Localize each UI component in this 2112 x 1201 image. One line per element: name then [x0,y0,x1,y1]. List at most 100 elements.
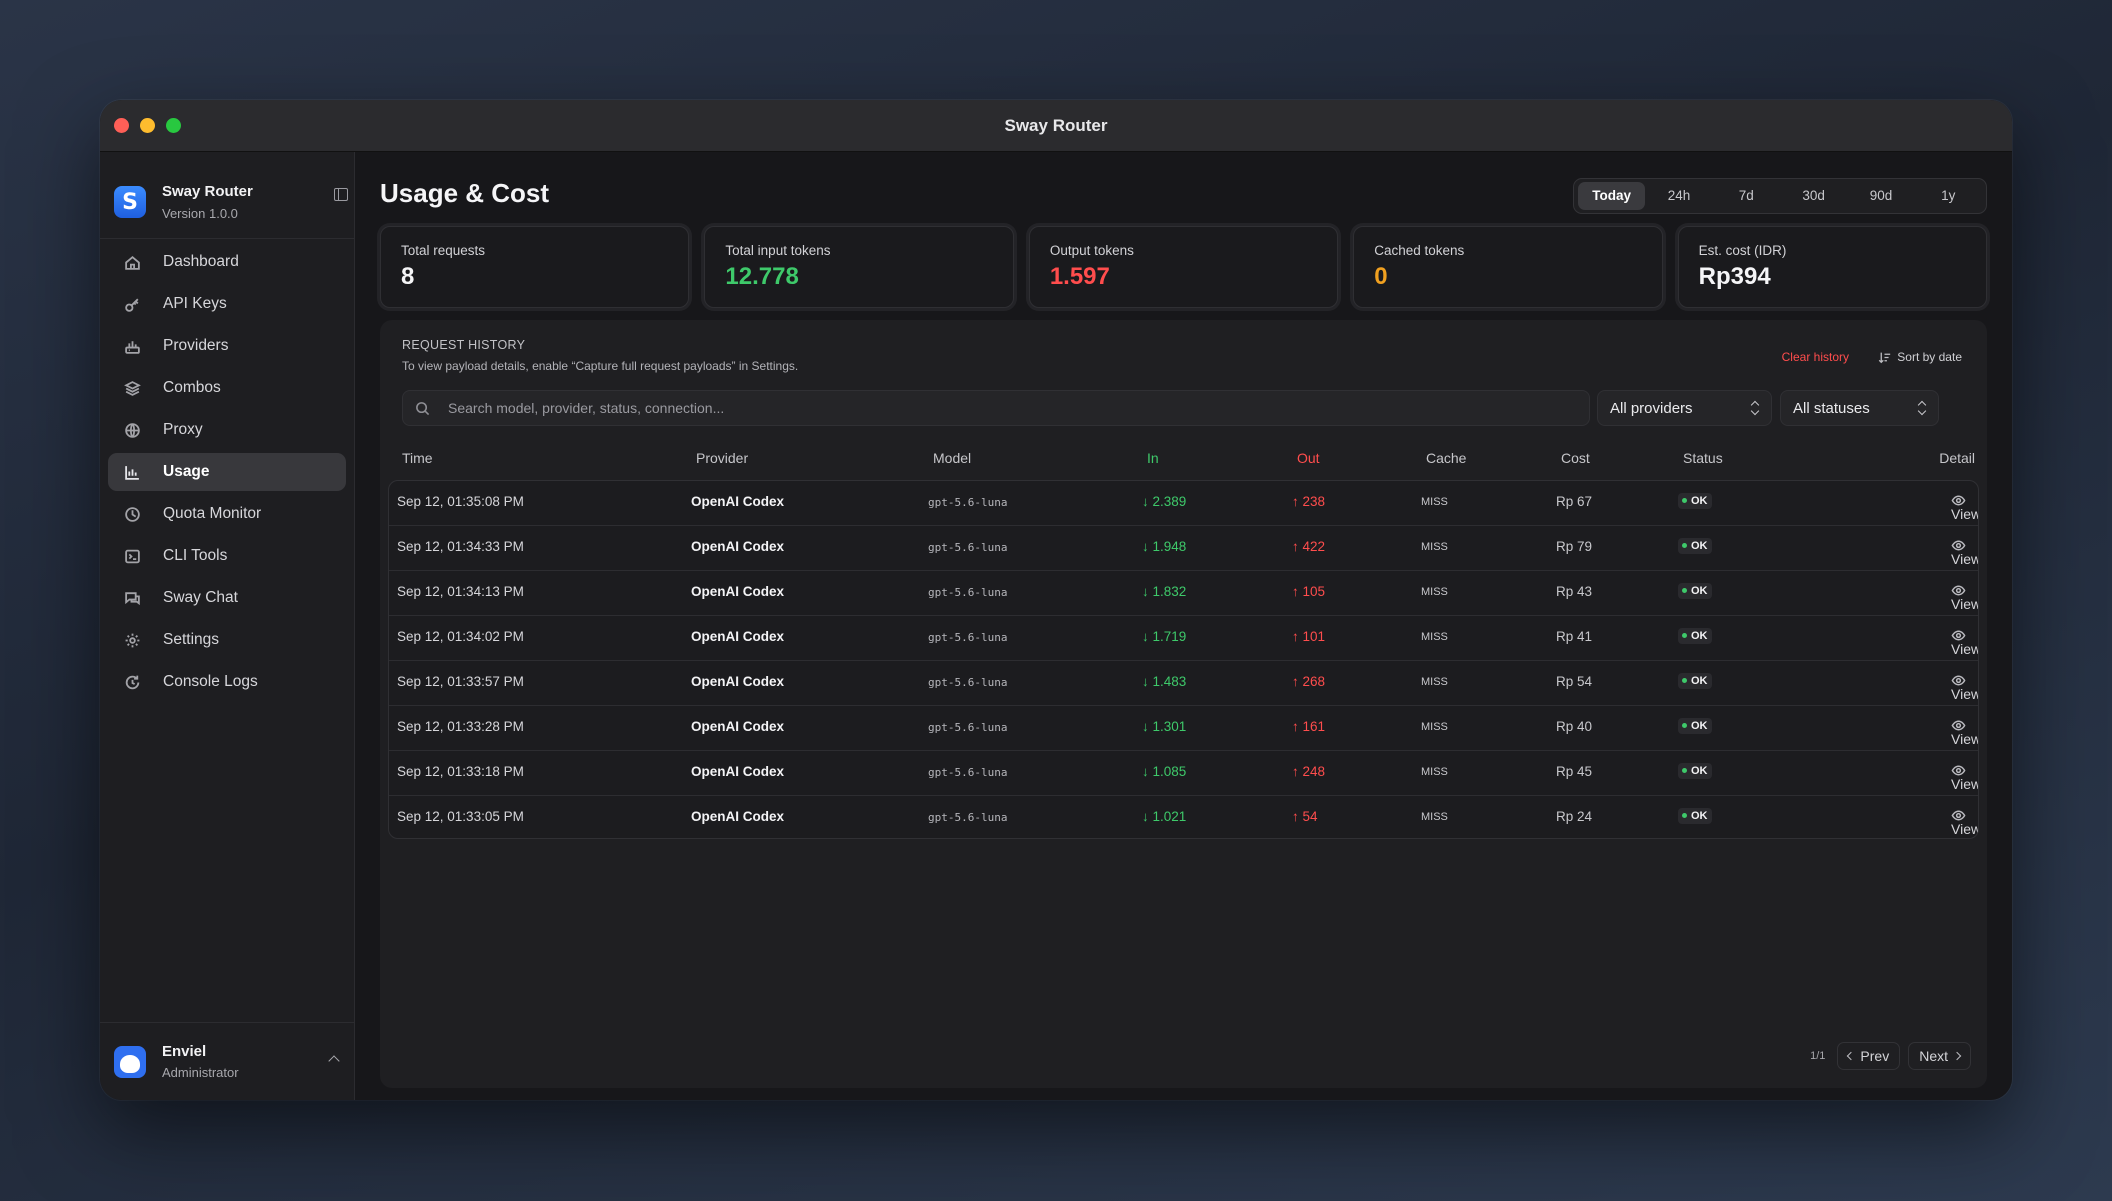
view-detail-button[interactable]: View [1951,538,1978,567]
col-detail: Detail [1939,450,1975,466]
sidebar-item-label: Proxy [163,421,203,438]
col-in[interactable]: In [1147,450,1159,466]
table-row[interactable]: Sep 12, 01:34:02 PM OpenAI Codex gpt-5.6-l… [389,616,1978,661]
cell-model: gpt-5.6-luna [928,721,1008,734]
stat-label: Cached tokens [1374,243,1465,258]
range-7d-button[interactable]: 7d [1713,182,1780,210]
range-today-button[interactable]: Today [1578,182,1646,210]
sort-by-date-button[interactable]: Sort by date [1878,350,1962,364]
sidebar-item-cli-tools[interactable]: CLI Tools [108,537,346,575]
search-box [402,390,1590,426]
next-page-button[interactable]: Next [1908,1042,1971,1070]
cell-cache: MISS [1421,676,1448,688]
view-detail-button[interactable]: View [1951,808,1978,837]
table-row[interactable]: Sep 12, 01:34:33 PM OpenAI Codex gpt-5.6-l… [389,526,1978,571]
col-model[interactable]: Model [933,450,971,466]
prev-label: Prev [1860,1048,1890,1064]
status-badge: OK [1678,763,1712,779]
col-time[interactable]: Time [402,450,433,466]
sidebar-item-quota-monitor[interactable]: Quota Monitor [108,495,346,533]
view-detail-button[interactable]: View [1951,673,1978,702]
range-90d-button[interactable]: 90d [1847,182,1914,210]
view-detail-button[interactable]: View [1951,628,1978,657]
table-row[interactable]: Sep 12, 01:33:18 PM OpenAI Codex gpt-5.6-l… [389,751,1978,796]
provider-filter-select[interactable]: All providers [1597,390,1772,426]
col-out[interactable]: Out [1297,450,1320,466]
cell-cache: MISS [1421,811,1448,823]
cell-out-tokens: ↑ 54 [1292,809,1318,824]
search-input[interactable] [448,400,1589,416]
cell-time: Sep 12, 01:34:13 PM [397,584,524,599]
cell-provider: OpenAI Codex [691,809,785,824]
cell-model: gpt-5.6-luna [928,811,1008,824]
sidebar-item-sway-chat[interactable]: Sway Chat [108,579,346,617]
clear-history-button[interactable]: Clear history [1782,350,1849,364]
table-row[interactable]: Sep 12, 01:33:05 PM OpenAI Codex gpt-5.6-l… [389,796,1978,838]
view-label: View [1951,821,1979,837]
stat-card-est-cost-idr: Est. cost (IDR) Rp394 [1677,226,1988,308]
sidebar-item-label: Console Logs [163,673,258,690]
stat-card-total-input-tokens: Total input tokens 12.778 [704,226,1014,308]
sidebar-item-proxy[interactable]: Proxy [108,411,346,449]
prev-page-button[interactable]: Prev [1837,1042,1901,1070]
cell-provider: OpenAI Codex [691,719,785,734]
brand-version: Version 1.0.0 [162,206,238,221]
cell-time: Sep 12, 01:35:08 PM [397,494,524,509]
sidebar-item-label: Usage [163,463,210,480]
cell-model: gpt-5.6-luna [928,541,1008,554]
range-30d-button[interactable]: 30d [1780,182,1847,210]
cell-in-tokens: ↓ 1.948 [1142,539,1187,554]
table-row[interactable]: Sep 12, 01:35:08 PM OpenAI Codex gpt-5.6-l… [389,481,1978,526]
view-detail-button[interactable]: View [1951,493,1978,522]
sidebar-item-combos[interactable]: Combos [108,369,346,407]
cell-in-tokens: ↓ 1.021 [1142,809,1187,824]
stat-card-output-tokens: Output tokens 1.597 [1028,226,1339,308]
col-cost[interactable]: Cost [1561,450,1590,466]
sidebar-item-settings[interactable]: Settings [108,621,346,659]
cell-cost: Rp 43 [1556,584,1593,599]
sidebar-item-label: Combos [163,379,221,396]
stat-value: 12.778 [725,263,799,290]
sidebar-item-api-keys[interactable]: API Keys [108,285,346,323]
view-detail-button[interactable]: View [1951,583,1978,612]
col-provider[interactable]: Provider [696,450,748,466]
view-detail-button[interactable]: View [1951,763,1978,792]
maximize-window-button[interactable] [166,118,181,133]
sidebar-item-providers[interactable]: Providers [108,327,346,365]
sidebar-item-usage[interactable]: Usage [108,453,346,491]
sidebar-item-dashboard[interactable]: Dashboard [108,243,346,281]
col-status[interactable]: Status [1683,450,1723,466]
range-24h-button[interactable]: 24h [1645,182,1712,210]
cell-time: Sep 12, 01:33:18 PM [397,764,524,779]
range-1y-button[interactable]: 1y [1915,182,1982,210]
main-content: Usage & Cost Today 24h 7d 30d 90d 1y Total re… [356,152,2012,1100]
cell-provider: OpenAI Codex [691,629,785,644]
stat-value: Rp394 [1698,263,1771,290]
table-row[interactable]: Sep 12, 01:33:28 PM OpenAI Codex gpt-5.6-l… [389,706,1978,751]
chat-icon [123,589,141,607]
stat-card-cached-tokens: Cached tokens 0 [1353,226,1663,308]
page-title: Usage & Cost [380,178,550,208]
window-controls [114,118,181,133]
status-badge: OK [1678,718,1712,734]
sidebar-item-console-logs[interactable]: Console Logs [108,663,346,701]
terminal-icon [123,547,141,565]
view-detail-button[interactable]: View [1951,718,1978,747]
stat-label: Total input tokens [725,243,831,258]
col-cache[interactable]: Cache [1426,450,1466,466]
user-menu[interactable]: Enviel Administrator [100,1022,354,1100]
pagination: 1/1 Prev Next [1810,1042,1971,1070]
refresh-log-icon [123,673,141,691]
minimize-window-button[interactable] [140,118,155,133]
cell-out-tokens: ↑ 268 [1292,674,1326,689]
view-label: View [1951,551,1979,567]
cell-in-tokens: ↓ 2.389 [1142,494,1187,509]
table-row[interactable]: Sep 12, 01:33:57 PM OpenAI Codex gpt-5.6-l… [389,661,1978,706]
user-role: Administrator [162,1065,239,1080]
status-filter-select[interactable]: All statuses [1780,390,1939,426]
sidebar-toggle-icon[interactable] [334,188,348,201]
table-row[interactable]: Sep 12, 01:34:13 PM OpenAI Codex gpt-5.6-l… [389,571,1978,616]
user-name: Enviel [162,1043,207,1060]
close-window-button[interactable] [114,118,129,133]
stat-card-total-requests: Total requests 8 [380,226,690,308]
